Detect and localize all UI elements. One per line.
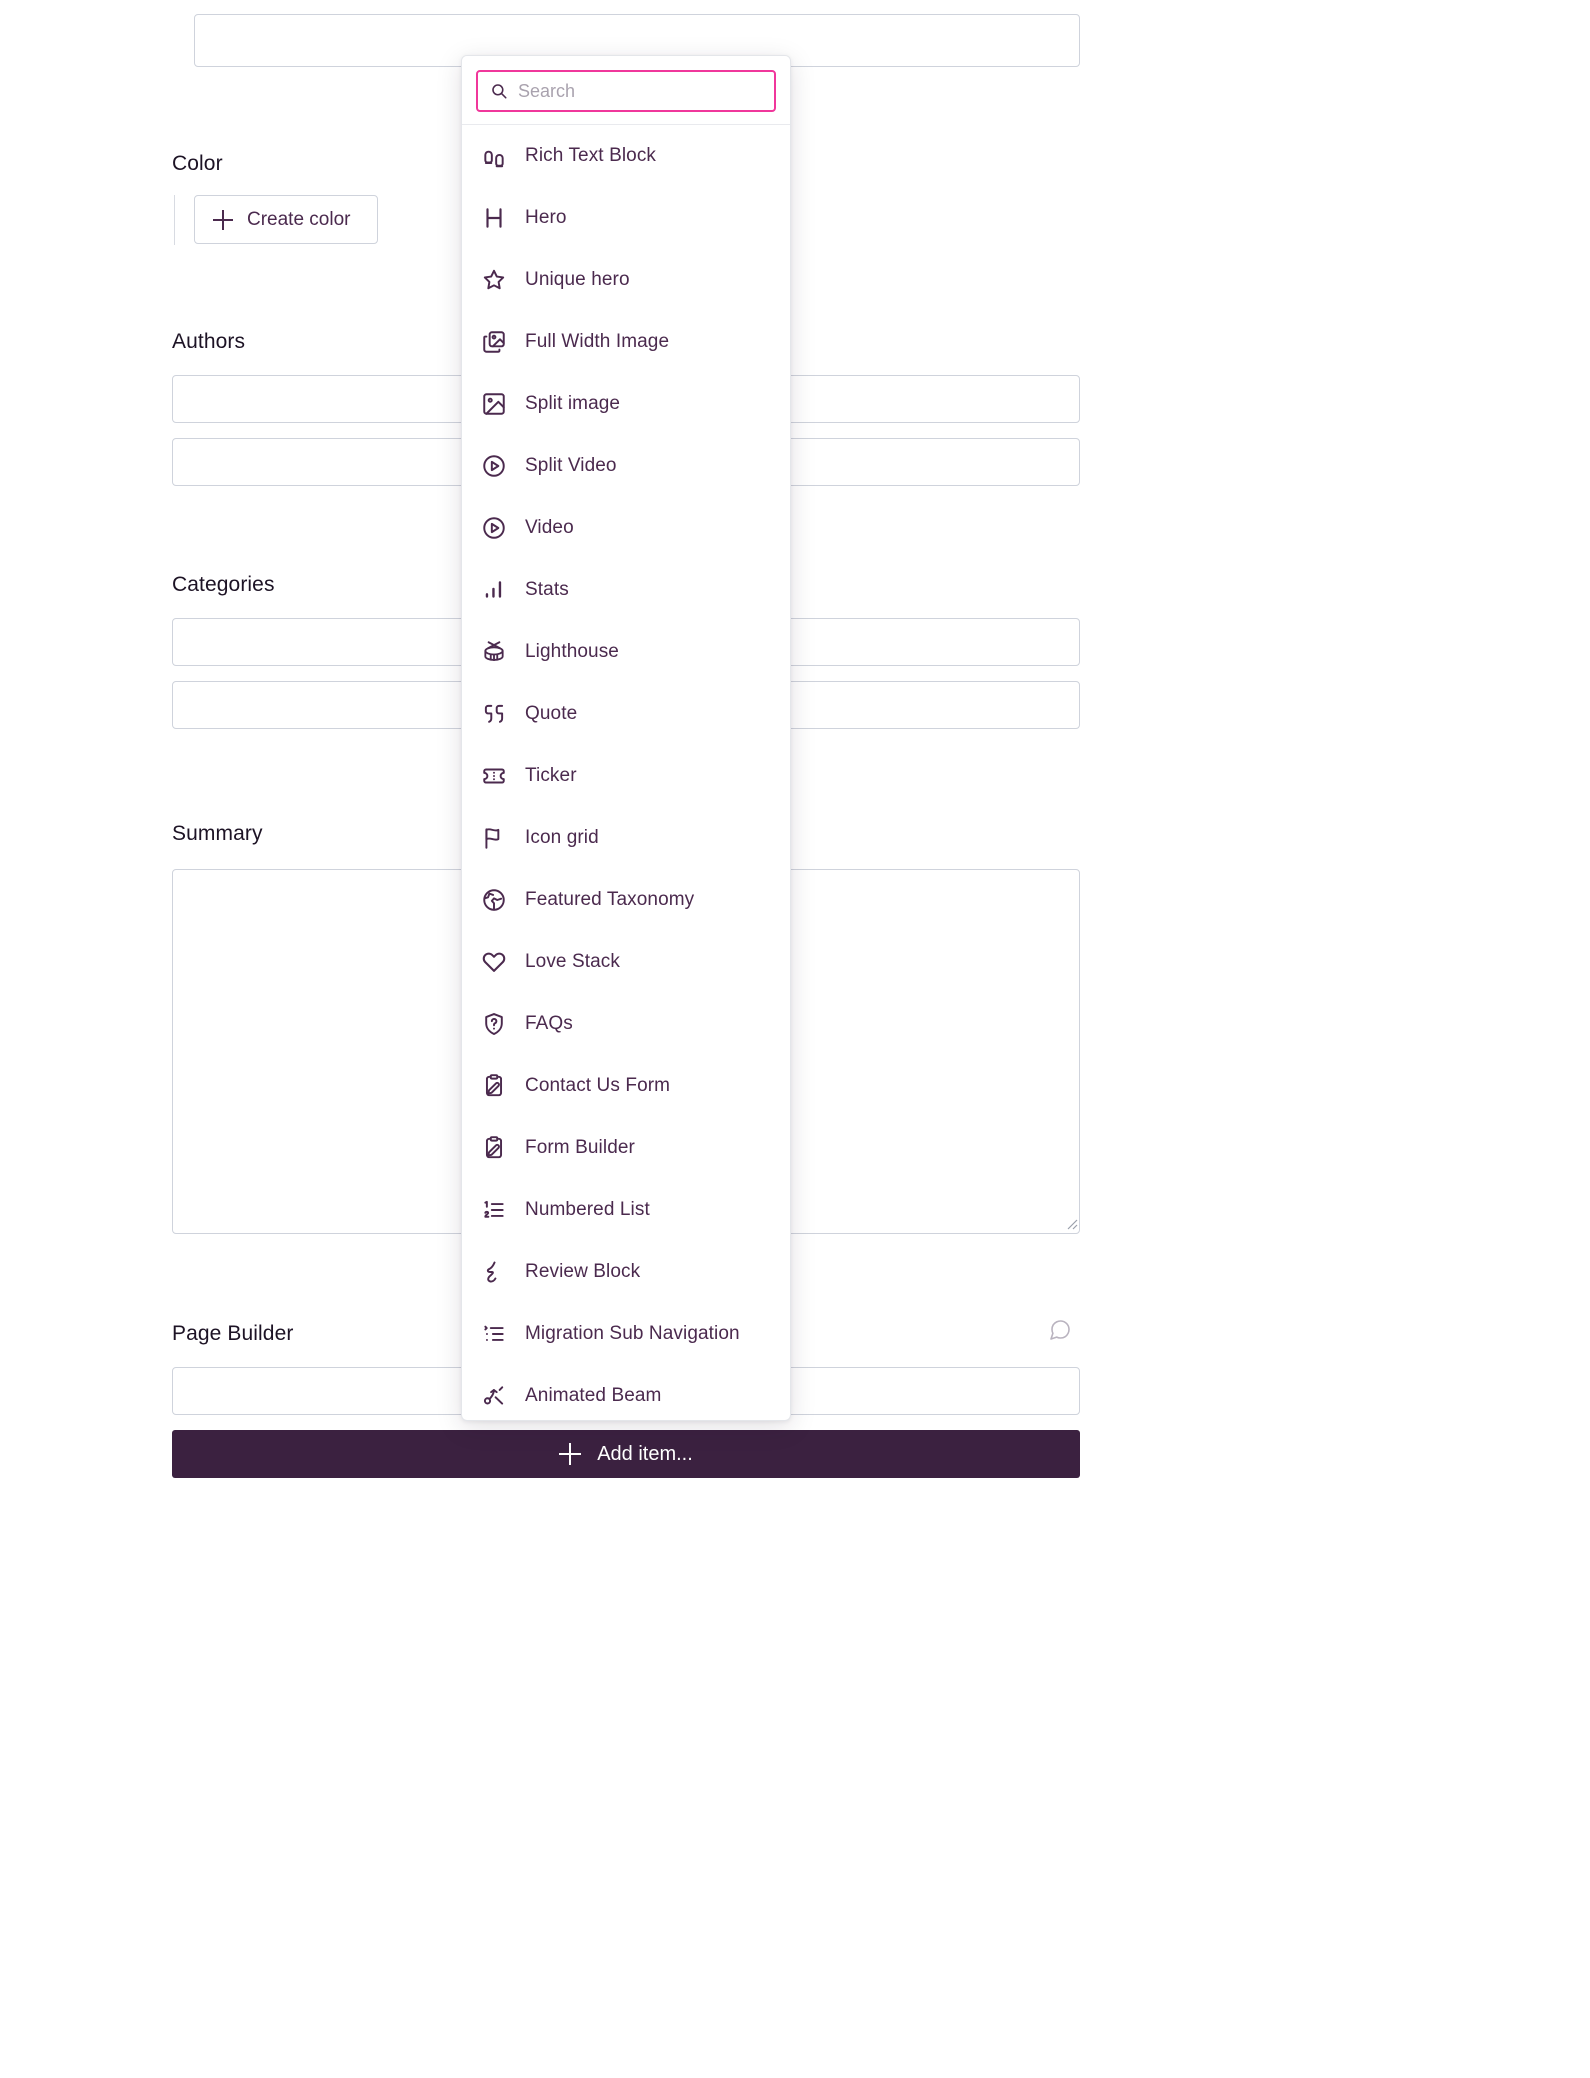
- block-type-list: Rich Text Block Hero Unique hero Full Wi…: [462, 125, 790, 1420]
- add-item-button[interactable]: Add item...: [172, 1430, 1080, 1478]
- shield-question-icon: [481, 1011, 507, 1037]
- clipboard-pen-icon: [481, 1135, 507, 1161]
- create-color-label: Create color: [247, 208, 351, 230]
- ticket-icon: [481, 763, 507, 789]
- block-option-lighthouse[interactable]: Lighthouse: [462, 621, 790, 683]
- block-option-video[interactable]: Video: [462, 497, 790, 559]
- heart-icon: [481, 949, 507, 975]
- comment-icon[interactable]: [1048, 1318, 1072, 1342]
- block-option-stats[interactable]: Stats: [462, 559, 790, 621]
- authors-field-label: Authors: [172, 330, 246, 353]
- plus-icon: [559, 1443, 582, 1465]
- block-option-label: Lighthouse: [525, 641, 619, 662]
- search-icon: [492, 84, 507, 99]
- block-option-label: Stats: [525, 579, 569, 600]
- scribble-star-icon: [481, 1259, 507, 1285]
- block-option-featured-taxonomy[interactable]: Featured Taxonomy: [462, 869, 790, 931]
- block-option-label: Icon grid: [525, 827, 599, 848]
- footprints-icon: [481, 143, 507, 169]
- quote-marks-icon: [481, 701, 507, 727]
- letter-h-icon: [481, 205, 507, 231]
- block-option-label: Form Builder: [525, 1137, 635, 1158]
- block-option-unique-hero[interactable]: Unique hero: [462, 249, 790, 311]
- block-option-hero[interactable]: Hero: [462, 187, 790, 249]
- block-option-label: Featured Taxonomy: [525, 889, 695, 910]
- block-option-label: Video: [525, 517, 574, 538]
- categories-field-label: Categories: [172, 573, 275, 596]
- block-option-migration-sub-navigation[interactable]: Migration Sub Navigation: [462, 1303, 790, 1365]
- network-nodes-icon: [481, 1383, 507, 1409]
- list-tree-icon: [481, 1321, 507, 1347]
- block-option-ticker[interactable]: Ticker: [462, 745, 790, 807]
- block-option-label: FAQs: [525, 1013, 573, 1034]
- images-stack-icon: [481, 329, 507, 355]
- block-option-label: Migration Sub Navigation: [525, 1323, 740, 1344]
- star-icon: [481, 267, 507, 293]
- block-option-faqs[interactable]: FAQs: [462, 993, 790, 1055]
- block-option-numbered-list[interactable]: Numbered List: [462, 1179, 790, 1241]
- block-option-label: Ticker: [525, 765, 577, 786]
- block-option-animated-beam[interactable]: Animated Beam: [462, 1365, 790, 1420]
- play-circle-icon: [481, 453, 507, 479]
- dropdown-search-container: [462, 56, 790, 125]
- image-icon: [481, 391, 507, 417]
- drum-icon: [481, 639, 507, 665]
- block-option-contact-us-form[interactable]: Contact Us Form: [462, 1055, 790, 1117]
- ordered-list-icon: [481, 1197, 507, 1223]
- block-option-label: Love Stack: [525, 951, 620, 972]
- search-input[interactable]: [518, 80, 774, 102]
- flag-icon: [481, 825, 507, 851]
- clipboard-pen-icon: [481, 1073, 507, 1099]
- block-option-label: Split Video: [525, 455, 617, 476]
- block-option-label: Animated Beam: [525, 1385, 662, 1406]
- search-field[interactable]: [476, 70, 776, 112]
- summary-field-label: Summary: [172, 822, 263, 845]
- add-item-label: Add item...: [597, 1442, 693, 1465]
- globe-icon: [481, 887, 507, 913]
- block-option-love-stack[interactable]: Love Stack: [462, 931, 790, 993]
- block-option-label: Full Width Image: [525, 331, 670, 352]
- block-option-rich-text-block[interactable]: Rich Text Block: [462, 125, 790, 187]
- block-option-label: Hero: [525, 207, 567, 228]
- block-option-review-block[interactable]: Review Block: [462, 1241, 790, 1303]
- block-option-split-video[interactable]: Split Video: [462, 435, 790, 497]
- block-option-label: Numbered List: [525, 1199, 650, 1220]
- create-color-button[interactable]: Create color: [194, 195, 378, 244]
- color-field-label: Color: [172, 152, 223, 175]
- block-option-split-image[interactable]: Split image: [462, 373, 790, 435]
- color-field-rail: [174, 195, 175, 245]
- block-option-label: Contact Us Form: [525, 1075, 671, 1096]
- block-option-form-builder[interactable]: Form Builder: [462, 1117, 790, 1179]
- bar-chart-icon: [481, 577, 507, 603]
- play-circle-icon: [481, 515, 507, 541]
- block-option-label: Review Block: [525, 1261, 641, 1282]
- block-option-full-width-image[interactable]: Full Width Image: [462, 311, 790, 373]
- block-option-label: Split image: [525, 393, 621, 414]
- plus-icon: [213, 209, 233, 230]
- block-option-quote[interactable]: Quote: [462, 683, 790, 745]
- page-builder-field-label: Page Builder: [172, 1322, 294, 1345]
- block-option-label: Rich Text Block: [525, 145, 657, 166]
- block-type-dropdown: Rich Text Block Hero Unique hero: [461, 55, 791, 1421]
- block-option-label: Quote: [525, 703, 578, 724]
- block-option-icon-grid[interactable]: Icon grid: [462, 807, 790, 869]
- page-root: Color Create color Authors Categories Su…: [0, 0, 1590, 2078]
- block-option-label: Unique hero: [525, 269, 630, 290]
